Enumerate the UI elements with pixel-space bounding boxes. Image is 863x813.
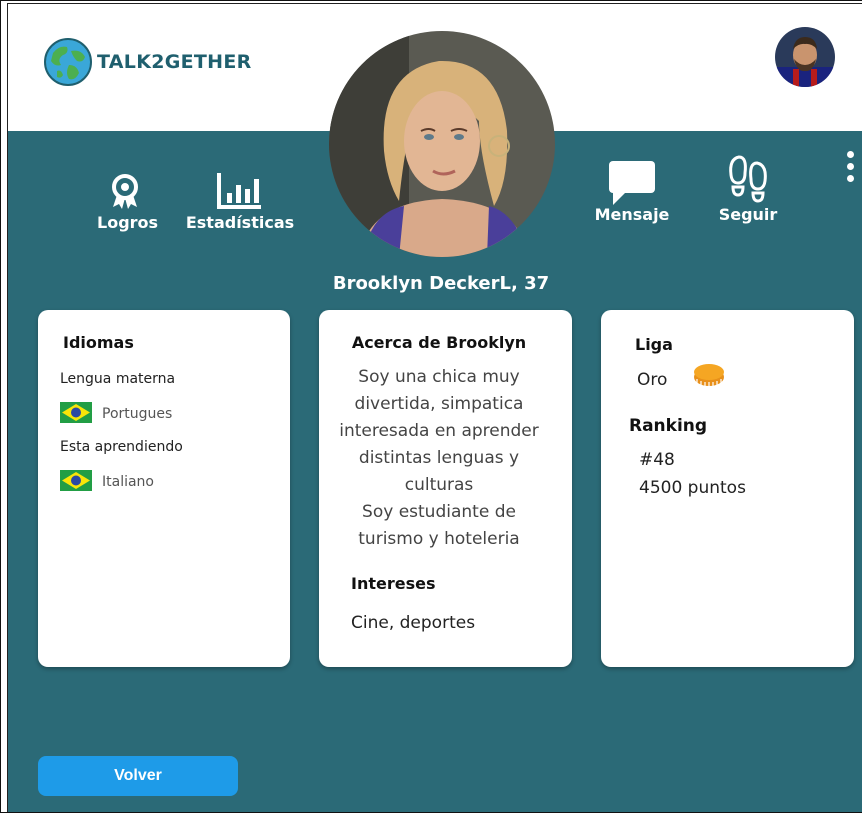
more-options-icon[interactable]	[843, 151, 857, 191]
about-line: turismo y hoteleria	[358, 529, 520, 549]
ranking-title: Ranking	[629, 416, 708, 436]
about-title: Acerca de Brooklyn	[351, 333, 527, 352]
interests-value: Cine, deportes	[351, 613, 476, 633]
about-line: Soy una chica muy	[358, 367, 520, 387]
profile-name: Brooklyn DeckerL, 37	[332, 273, 550, 294]
message-icon	[609, 161, 655, 205]
interests-title: Intereses	[351, 574, 436, 593]
points-value: 4500 puntos	[639, 478, 746, 498]
brazil-flag-icon	[60, 402, 92, 423]
bar-chart-icon	[217, 173, 261, 209]
footprints-icon	[729, 155, 767, 203]
estadisticas-button[interactable]: Estadísticas	[181, 171, 299, 232]
gold-coin-icon	[694, 364, 724, 386]
about-line: divertida, simpatica	[354, 394, 524, 414]
seguir-label: Seguir	[718, 205, 778, 224]
estadisticas-label: Estadísticas	[185, 213, 295, 232]
globe-icon	[44, 38, 92, 86]
brand-name: TALK2GETHER	[97, 51, 252, 73]
award-icon	[112, 174, 138, 209]
mensaje-button[interactable]: Mensaje	[589, 159, 675, 224]
about-line: Soy estudiante de	[362, 502, 516, 522]
rank-value: #48	[639, 450, 675, 470]
brazil-flag-icon	[60, 470, 92, 491]
logros-button[interactable]: Logros	[97, 173, 159, 232]
languages-title: Idiomas	[63, 333, 134, 352]
league-title: Liga	[635, 335, 673, 354]
profile-photo-icon	[329, 31, 555, 257]
app-frame: TALK2GETHER Logros Estadísticas Mensaje …	[0, 0, 862, 813]
about-line: culturas	[404, 475, 474, 495]
learning-language-label: Esta aprendiendo	[60, 439, 183, 455]
user-avatar[interactable]	[775, 27, 835, 87]
brand-logo[interactable]: TALK2GETHER	[43, 37, 252, 87]
league-value: Oro	[637, 370, 668, 390]
native-language-label: Lengua materna	[60, 371, 176, 387]
mensaje-label: Mensaje	[594, 205, 670, 224]
about-line: distintas lenguas y	[358, 448, 520, 468]
league-card: Liga Oro Ranking #48 4500 puntos	[601, 310, 854, 667]
native-language-value: Portugues	[102, 406, 173, 422]
languages-card: Idiomas Lengua materna Portugues Esta ap…	[38, 310, 290, 667]
learning-language-value: Italiano	[102, 474, 154, 490]
about-line: interesada en aprender	[339, 421, 539, 441]
about-text: Soy una chica muy divertida, simpatica i…	[319, 364, 559, 553]
profile-photo-icon	[775, 27, 835, 87]
logros-label: Logros	[97, 213, 159, 232]
about-card: Acerca de Brooklyn Soy una chica muy div…	[319, 310, 572, 667]
seguir-button[interactable]: Seguir	[713, 153, 783, 224]
back-button[interactable]: Volver	[38, 756, 238, 796]
profile-photo	[329, 31, 555, 257]
